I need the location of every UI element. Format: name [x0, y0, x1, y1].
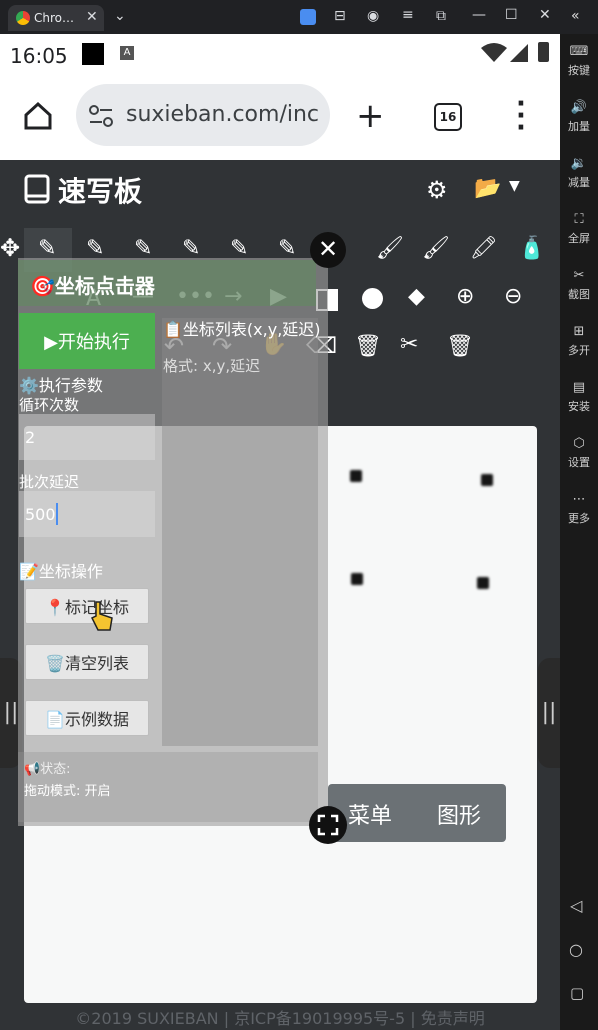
settings-gear-icon[interactable]: ⚙	[426, 176, 448, 204]
cellular-signal-icon	[510, 44, 528, 62]
tab-title: Chro…	[34, 11, 74, 25]
shapes-icon[interactable]: ◆	[408, 284, 425, 309]
scissors-icon: ✂	[573, 268, 585, 283]
url-text[interactable]: suxieban.com/inc	[126, 102, 320, 127]
brush-wide-icon[interactable]: 🖌	[422, 236, 450, 261]
clicker-title: 🎯坐标点击器	[30, 274, 155, 298]
status-time: 16:05	[10, 44, 68, 68]
loop-count-input[interactable]: 2	[19, 414, 155, 460]
ops-title: 📝坐标操作	[19, 562, 103, 581]
more-icon: ⋯	[572, 492, 586, 507]
expand-button[interactable]	[309, 806, 347, 844]
text-notification-icon: A	[120, 46, 134, 60]
coordinate-list-area[interactable]	[162, 318, 318, 746]
sidebar-item-keys[interactable]: ⌨ 按键	[560, 44, 598, 78]
sidebar-item-volume-down[interactable]: 🔉 减量	[560, 156, 598, 190]
collections-icon[interactable]: ⊟	[334, 8, 346, 24]
zoom-in-icon[interactable]: ⊕	[456, 284, 474, 309]
trash-all-icon[interactable]: 🗑	[446, 334, 474, 359]
minimize-icon[interactable]: —	[472, 7, 486, 23]
profile-icon[interactable]: ◉	[367, 8, 379, 24]
start-execute-button[interactable]: ▶开始执行	[19, 313, 155, 369]
canvas-mark	[351, 573, 363, 585]
tablet-logo-icon	[24, 174, 50, 204]
sidebar-item-settings[interactable]: ⬡ 设置	[560, 436, 598, 470]
batch-delay-label: 批次延迟	[19, 473, 80, 491]
trash-icon[interactable]: 🗑	[354, 334, 382, 359]
fullscreen-icon: ⛶	[574, 212, 584, 227]
move-drag-icon[interactable]: ✥	[0, 234, 24, 266]
collapse-sidebar-icon[interactable]: «	[571, 8, 580, 24]
drag-mode-text: 拖动模式: 开启	[24, 784, 111, 799]
coordinate-list-placeholder: 格式: x,y,延迟	[163, 357, 261, 375]
canvas-mark	[481, 474, 493, 486]
status-label: 📢状态:	[24, 762, 71, 777]
sidebar-item-fullscreen[interactable]: ⛶ 全屏	[560, 212, 598, 246]
maximize-icon[interactable]: ☐	[505, 7, 518, 23]
brush-tool-icon[interactable]: 🖌	[376, 236, 404, 261]
tab-close-icon[interactable]: ✕	[86, 9, 98, 25]
loop-count-label: 循环次数	[19, 396, 80, 414]
params-title: ⚙️执行参数	[19, 376, 103, 395]
mark-coordinate-button[interactable]: 📍标记坐标	[25, 588, 149, 624]
shape-button[interactable]: 图形	[437, 798, 481, 830]
multi-window-icon: ⊞	[573, 324, 585, 339]
menu-button[interactable]: 菜单	[348, 798, 392, 830]
keyboard-icon: ⌨	[569, 44, 589, 59]
extension-icon[interactable]	[300, 9, 316, 25]
volume-down-icon: 🔉	[570, 156, 588, 171]
highlighter-icon[interactable]: 🖍	[470, 236, 498, 261]
canvas-mark	[477, 577, 489, 589]
overflow-menu-icon[interactable]: · · ·	[516, 91, 526, 141]
scissors-cut-icon[interactable]: ✂	[400, 332, 418, 357]
sidebar-item-more[interactable]: ⋯ 更多	[560, 492, 598, 526]
wifi-icon	[481, 43, 507, 62]
recents-nav-icon[interactable]: ▢	[570, 984, 584, 1002]
circle-shape-icon[interactable]	[362, 288, 383, 309]
settings-icon: ⬡	[573, 436, 585, 451]
example-data-button[interactable]: 📄示例数据	[25, 700, 149, 736]
notification-square-icon	[82, 43, 104, 65]
panel-close-icon[interactable]: ✕	[310, 232, 346, 268]
text-caret	[56, 503, 58, 525]
back-nav-icon[interactable]: ◁	[570, 896, 582, 915]
batch-delay-input[interactable]: 500	[19, 491, 155, 537]
canvas-mark	[350, 470, 362, 482]
sidebar-item-multi[interactable]: ⊞ 多开	[560, 324, 598, 358]
spray-can-icon[interactable]: 🧴	[518, 236, 545, 261]
folder-dropdown-icon[interactable]: ▼	[509, 178, 520, 194]
sidebar-item-volume-up[interactable]: 🔊 加量	[560, 100, 598, 134]
pointer-cursor-icon	[90, 601, 113, 631]
coordinate-list-title: 📋坐标列表(x,y,延迟)	[163, 320, 321, 339]
sidebar-item-screenshot[interactable]: ✂ 截图	[560, 268, 598, 302]
close-icon[interactable]: ✕	[539, 7, 551, 23]
menu-icon[interactable]: ≡	[402, 7, 414, 23]
battery-icon	[538, 42, 549, 62]
clear-list-button[interactable]: 🗑️清空列表	[25, 644, 149, 680]
tab-list-chevron-icon[interactable]: ⌄	[114, 8, 126, 24]
right-edge-handle[interactable]: ||	[538, 658, 560, 768]
home-icon[interactable]	[22, 100, 54, 132]
volume-up-icon: 🔊	[570, 100, 588, 115]
expand-icon	[317, 814, 339, 836]
translate-icon[interactable]: ⧉	[436, 8, 446, 24]
new-tab-plus-icon[interactable]: +	[356, 96, 385, 136]
apk-icon: ▤	[572, 380, 586, 395]
chrome-icon	[16, 11, 30, 25]
home-nav-icon[interactable]: ○	[569, 940, 583, 959]
sidebar-item-install[interactable]: ▤ 安装	[560, 380, 598, 414]
brand-title: 速写板	[58, 175, 143, 208]
folder-open-icon[interactable]: 📂	[474, 176, 501, 201]
page-footer[interactable]: ©2019 SUXIEBAN | 京ICP备19019995号-5 | 免责声明	[0, 1005, 560, 1029]
site-settings-icon[interactable]	[88, 104, 114, 128]
zoom-out-icon[interactable]: ⊖	[504, 284, 522, 309]
tab-switcher-button[interactable]: 16	[434, 103, 462, 131]
